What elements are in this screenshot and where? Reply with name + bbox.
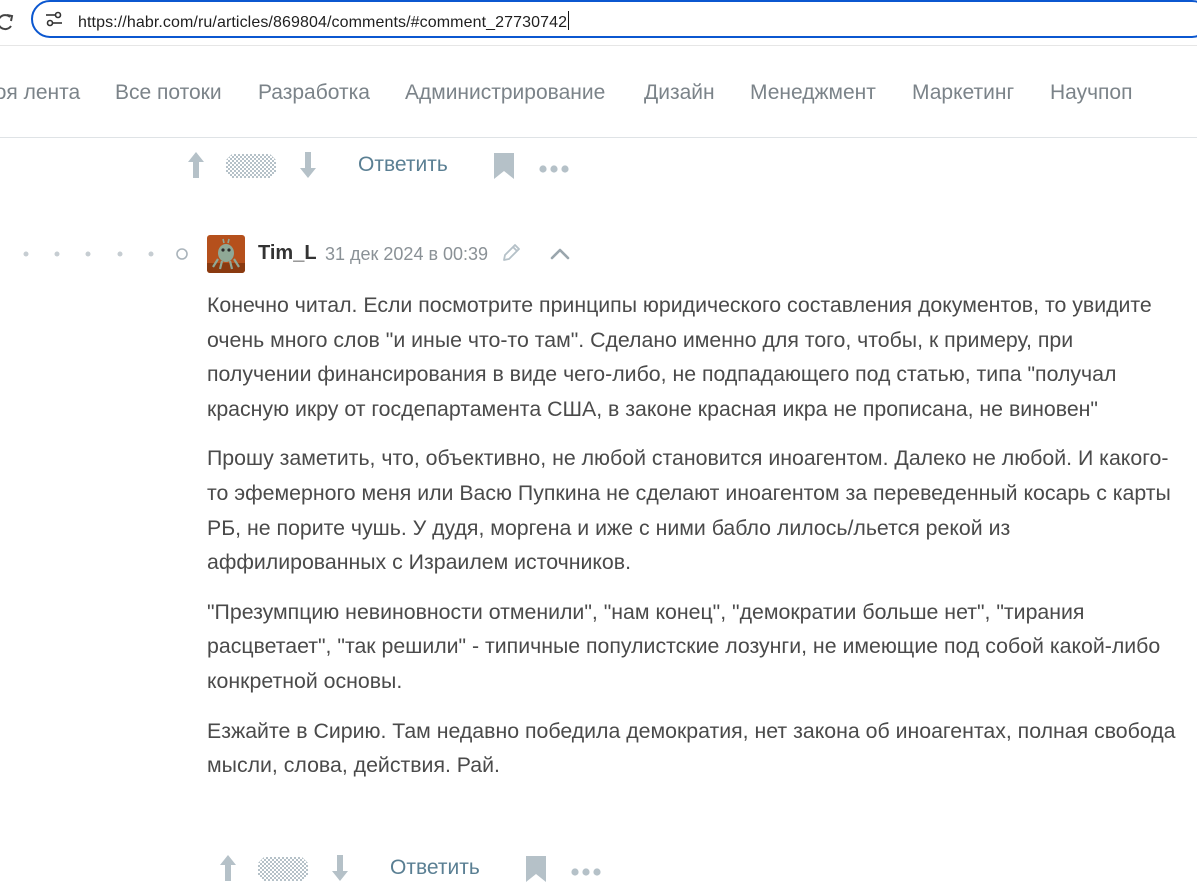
more-options-icon[interactable] [539, 161, 571, 173]
hidden-score-icon [258, 857, 308, 881]
comment-paragraph: Езжайте в Сирию. Там недавно победила де… [207, 718, 1176, 778]
habr-flows-nav: Моя лента Все потоки Разработка Админист… [0, 46, 1197, 138]
more-options-icon[interactable] [571, 864, 603, 876]
vote-down-icon[interactable] [297, 150, 319, 180]
vote-up-icon[interactable] [185, 150, 207, 180]
text-caret [568, 11, 570, 30]
reply-button[interactable]: Ответить [390, 856, 480, 880]
nav-item-all-flows[interactable]: Все потоки [115, 81, 222, 105]
nav-item-popsci[interactable]: Научпоп [1050, 81, 1132, 105]
nav-item-my-feed[interactable]: Моя лента [0, 81, 80, 105]
reply-button[interactable]: Ответить [358, 153, 448, 177]
comment-actions: Ответить [217, 853, 617, 893]
comment-paragraph: "Презумпцию невиновности отменили", "нам… [207, 599, 1161, 693]
reload-icon[interactable] [0, 6, 18, 36]
chevron-up-icon[interactable] [549, 245, 571, 263]
url-value: https://habr.com/ru/articles/869804/comm… [78, 14, 568, 31]
nav-item-management[interactable]: Менеджмент [750, 81, 876, 105]
nav-item-administration[interactable]: Администрирование [405, 81, 605, 105]
nav-item-development[interactable]: Разработка [258, 81, 370, 105]
comment-date[interactable]: 31 дек 2024 в 00:39 [325, 244, 488, 265]
nav-item-marketing[interactable]: Маркетинг [912, 81, 1014, 105]
thread-depth-indicator [0, 246, 200, 262]
browser-toolbar: https://habr.com/ru/articles/869804/comm… [0, 0, 1197, 46]
comment-body: Конечно читал. Если посмотрите принципы … [207, 288, 1182, 798]
nav-item-design[interactable]: Дизайн [644, 81, 715, 105]
address-bar[interactable]: https://habr.com/ru/articles/869804/comm… [31, 0, 1197, 38]
comment-author[interactable]: Tim_L [258, 242, 317, 265]
bookmark-icon[interactable] [493, 152, 515, 180]
hidden-score-icon [226, 154, 276, 178]
avatar[interactable] [207, 235, 245, 273]
previous-comment-actions: Ответить [185, 150, 585, 190]
comment-paragraph: Прошу заметить, что, объективно, не любо… [207, 446, 1171, 575]
url-text[interactable]: https://habr.com/ru/articles/869804/comm… [78, 11, 570, 32]
pencil-icon [500, 242, 522, 264]
comment-paragraph: Конечно читал. Если посмотрите принципы … [207, 293, 1152, 421]
site-info-icon[interactable] [45, 11, 63, 27]
